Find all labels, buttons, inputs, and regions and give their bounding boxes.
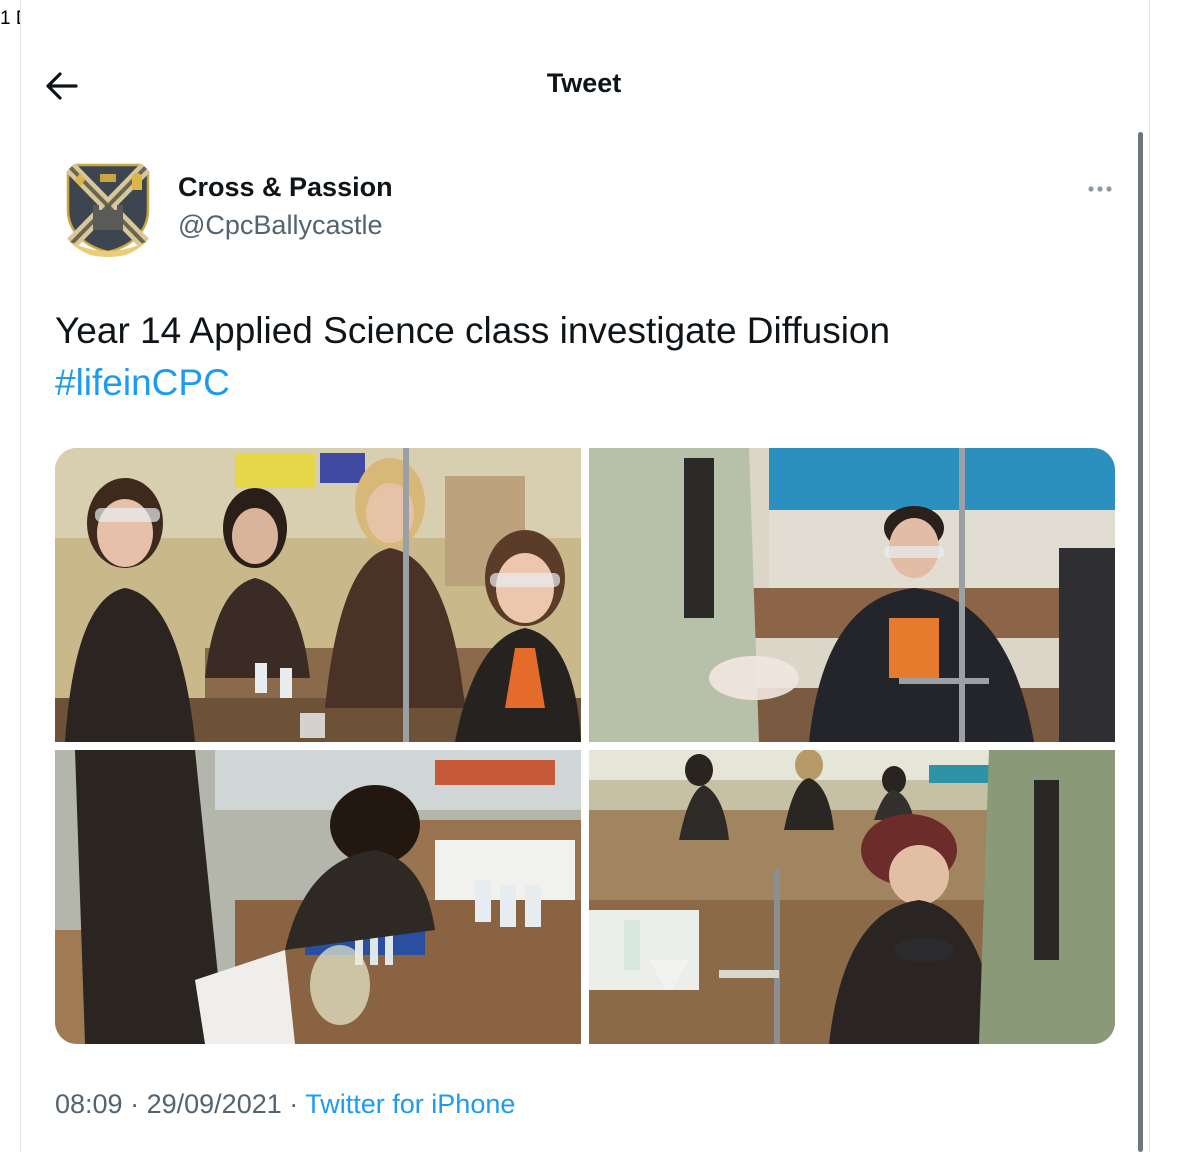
classroom-photo [55,750,581,1044]
meta-separator: · [289,1089,299,1119]
school-crest-logo [55,152,161,258]
media-photo-3[interactable] [55,750,581,1044]
more-options-button[interactable] [1080,176,1120,202]
media-photo-2[interactable] [589,448,1115,742]
tweet-source-link[interactable]: Twitter for iPhone [305,1089,515,1119]
media-grid [55,448,1115,1044]
media-photo-4[interactable] [589,750,1115,1044]
tweet-metadata: 08:09 · 29/09/2021 · Twitter for iPhone [55,1089,515,1120]
hashtag-link[interactable]: #lifeinCPC [55,357,1115,409]
tweet-header: Tweet [20,50,1148,120]
tweet-date: 29/09/2021 [146,1089,282,1119]
meta-separator: · [130,1089,140,1119]
tweet-text: Year 14 Applied Science class investigat… [55,305,1115,409]
classroom-photo [589,448,1115,742]
classroom-photo [55,448,581,742]
page-title: Tweet [546,68,622,98]
author-handle[interactable]: @CpcBallycastle [178,210,382,241]
tweet-time: 08:09 [55,1089,123,1119]
more-horizontal-icon [1088,186,1112,192]
classroom-photo [589,750,1115,1044]
author-display-name[interactable]: Cross & Passion [178,172,393,203]
scrollbar[interactable] [1138,132,1143,1152]
media-photo-1[interactable] [55,448,581,742]
avatar[interactable] [55,152,161,258]
tweet-body: Year 14 Applied Science class investigat… [55,310,891,351]
